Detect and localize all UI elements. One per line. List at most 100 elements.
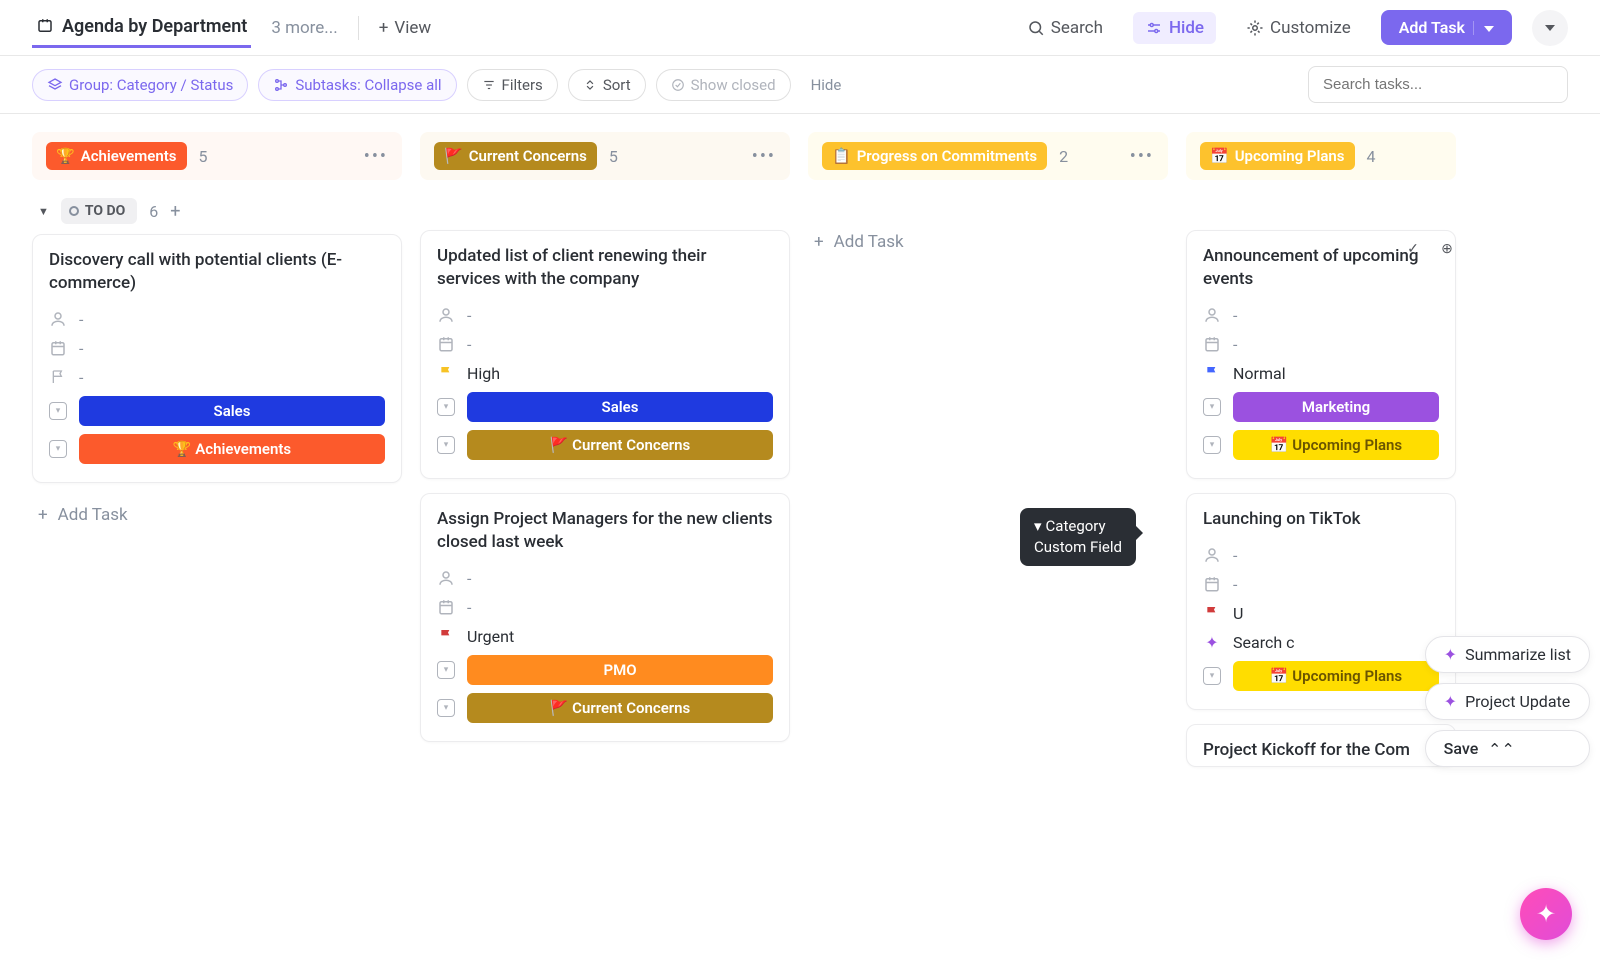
task-card[interactable]: Project Kickoff for the Com xyxy=(1186,724,1456,767)
more-views[interactable]: 3 more... xyxy=(271,18,337,38)
priority-row[interactable]: - xyxy=(49,363,385,392)
column-progress: 📋 Progress on Commitments 2 ••• + Add Ta… xyxy=(808,132,1168,781)
customize-button[interactable]: Customize xyxy=(1236,12,1361,44)
priority-row[interactable]: Urgent xyxy=(437,622,773,651)
date-row[interactable]: - xyxy=(437,330,773,359)
add-task-link[interactable]: + Add Task xyxy=(32,497,402,533)
category-row[interactable]: ▾📅 Upcoming Plans xyxy=(1203,657,1439,695)
category-badge: 🚩 Current Concerns xyxy=(467,430,773,460)
task-card[interactable]: Assign Project Managers for the new clie… xyxy=(420,493,790,742)
column-count: 5 xyxy=(609,147,618,166)
group-pill[interactable]: Group: Category / Status xyxy=(32,69,248,101)
category-row[interactable]: ▾🚩 Current Concerns xyxy=(437,689,773,727)
dept-row[interactable]: ▾PMO xyxy=(437,651,773,689)
dept-badge: Marketing xyxy=(1233,392,1439,422)
dept-row[interactable]: ▾ Sales xyxy=(49,392,385,430)
column-count: 5 xyxy=(199,147,208,166)
check-circle-icon xyxy=(671,78,685,92)
dept-row[interactable]: ▾ Marketing xyxy=(1203,388,1439,426)
search-icon xyxy=(1027,19,1045,37)
column-header[interactable]: 📅 Upcoming Plans 4 xyxy=(1186,132,1456,180)
date-row[interactable]: - xyxy=(49,334,385,363)
category-badge: 🏆 Achievements xyxy=(79,434,385,464)
category-row[interactable]: ▾ 📅 Upcoming Plans xyxy=(1203,426,1439,464)
calendar-icon xyxy=(1203,575,1221,593)
hide-button[interactable]: Hide xyxy=(1133,12,1216,44)
flag-icon xyxy=(437,365,455,381)
priority-row[interactable]: Normal xyxy=(1203,359,1439,388)
subtasks-pill[interactable]: Subtasks: Collapse all xyxy=(258,69,456,101)
dept-row[interactable]: ▾Sales xyxy=(437,388,773,426)
category-badge: 📅 Upcoming Plans xyxy=(1233,430,1439,460)
column-count: 4 xyxy=(1367,147,1376,166)
add-view-button[interactable]: + View xyxy=(379,18,431,38)
calendar-icon xyxy=(1203,335,1221,353)
filter-icon xyxy=(482,78,496,92)
search-input[interactable] xyxy=(1308,66,1568,103)
card-title: Discovery call with potential clients (E… xyxy=(49,249,385,295)
task-card[interactable]: Launching on TikTok - - U ✦Search c ▾📅 U… xyxy=(1186,493,1456,710)
task-card[interactable]: Updated list of client renewing their se… xyxy=(420,230,790,479)
sparkle-icon: ✦ xyxy=(1203,633,1221,652)
dropdown-icon: ▾ xyxy=(1203,667,1221,685)
date-row[interactable]: - xyxy=(1203,330,1439,359)
column-menu[interactable]: ••• xyxy=(1130,146,1154,167)
show-closed-button[interactable]: Show closed xyxy=(656,69,791,101)
priority-row[interactable]: U xyxy=(1203,599,1439,628)
add-status-icon[interactable]: + xyxy=(170,201,180,222)
user-icon xyxy=(1203,306,1221,324)
add-task-link[interactable]: + Add Task xyxy=(808,230,1168,260)
user-icon xyxy=(49,310,67,328)
assignee-row[interactable]: - xyxy=(49,305,385,334)
dropdown-icon: ▾ xyxy=(437,436,455,454)
column-header[interactable]: 🚩 Current Concerns 5 ••• xyxy=(420,132,790,180)
category-row[interactable]: ▾ 🏆 Achievements xyxy=(49,430,385,468)
sparkle-icon: ✦ xyxy=(1444,645,1457,664)
assignee-row[interactable]: - xyxy=(437,564,773,593)
ai-chips: ✦Summarize list ✦Project Update Save⌄⌄ xyxy=(1425,636,1590,767)
column-achievements: 🏆 Achievements 5 ••• ▼ TO DO 6 + Discove… xyxy=(32,132,402,781)
hide-link[interactable]: Hide xyxy=(811,76,842,94)
task-card[interactable]: ✓ ⊕ Announcement of upcoming events - - … xyxy=(1186,230,1456,479)
dropdown-icon: ▾ xyxy=(1203,436,1221,454)
check-icon[interactable]: ✓ xyxy=(1401,237,1425,261)
status-pill[interactable]: TO DO xyxy=(61,198,137,224)
chip-update[interactable]: ✦Project Update xyxy=(1425,683,1590,720)
sort-button[interactable]: Sort xyxy=(568,69,646,101)
search-row[interactable]: ✦Search c xyxy=(1203,628,1439,657)
plus-icon: + xyxy=(379,18,389,38)
user-icon xyxy=(437,569,455,587)
task-card[interactable]: Discovery call with potential clients (E… xyxy=(32,234,402,483)
category-row[interactable]: ▾ 🚩 Current Concerns xyxy=(437,426,773,464)
add-task-button[interactable]: Add Task xyxy=(1381,10,1512,45)
chip-summarize[interactable]: ✦Summarize list xyxy=(1425,636,1590,673)
filters-button[interactable]: Filters xyxy=(467,69,558,101)
dept-badge: Sales xyxy=(467,392,773,422)
priority-row[interactable]: High xyxy=(437,359,773,388)
column-header[interactable]: 📋 Progress on Commitments 2 ••• xyxy=(808,132,1168,180)
pin-icon xyxy=(36,17,54,35)
assignee-row[interactable]: - xyxy=(437,301,773,330)
plus-icon: + xyxy=(814,232,824,252)
calendar-icon xyxy=(437,335,455,353)
add-icon[interactable]: ⊕ xyxy=(1435,237,1456,261)
dropdown-icon: ▾ xyxy=(1203,398,1221,416)
column-menu[interactable]: ••• xyxy=(364,146,388,167)
assignee-row[interactable]: - xyxy=(1203,301,1439,330)
collapse-icon[interactable]: ▼ xyxy=(38,205,49,218)
date-row[interactable]: - xyxy=(437,593,773,622)
column-badge: 🏆 Achievements xyxy=(46,142,187,170)
view-title[interactable]: Agenda by Department xyxy=(32,8,251,48)
date-row[interactable]: - xyxy=(1203,570,1439,599)
dept-badge: Sales xyxy=(79,396,385,426)
search-button[interactable]: Search xyxy=(1017,12,1113,44)
column-header[interactable]: 🏆 Achievements 5 ••• xyxy=(32,132,402,180)
chip-save[interactable]: Save⌄⌄ xyxy=(1425,730,1590,767)
sparkle-icon: ✦ xyxy=(1536,900,1556,928)
more-menu-button[interactable] xyxy=(1532,10,1568,46)
chevron-down-icon[interactable] xyxy=(1473,21,1494,35)
assignee-row[interactable]: - xyxy=(1203,541,1439,570)
column-menu[interactable]: ••• xyxy=(752,146,776,167)
ai-fab[interactable]: ✦ xyxy=(1520,888,1572,940)
flag-icon xyxy=(1203,605,1221,621)
